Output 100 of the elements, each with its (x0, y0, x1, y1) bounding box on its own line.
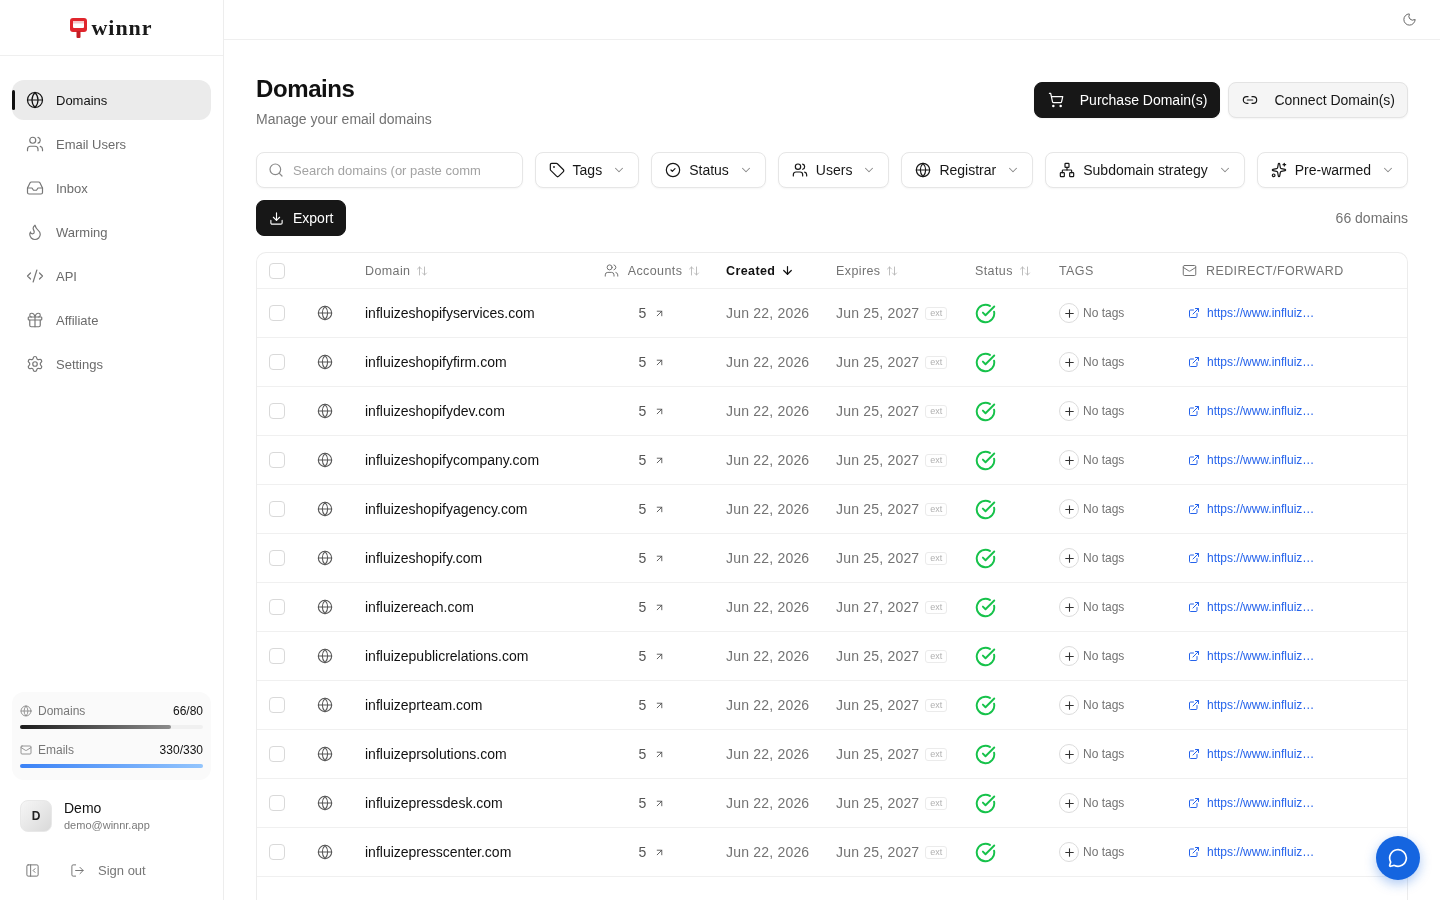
theme-toggle-button[interactable] (1402, 12, 1417, 27)
row-checkbox[interactable] (269, 305, 285, 321)
plus-icon (1062, 747, 1076, 761)
sidebar-toggle-button[interactable] (25, 862, 40, 878)
sidebar-nav-item[interactable]: Settings (12, 344, 211, 384)
redirect-link[interactable]: https://www.influiz… (1188, 600, 1315, 614)
add-tag-button[interactable] (1059, 352, 1079, 372)
search-input[interactable]: Search domains (or paste comm (256, 152, 523, 188)
filter-dropdown[interactable]: Pre-warmed (1256, 152, 1408, 188)
sidebar-nav-item[interactable]: Affiliate (12, 300, 211, 340)
accounts-link[interactable]: 5 (638, 746, 666, 762)
redirect-link[interactable]: https://www.influiz… (1188, 404, 1315, 418)
add-tag-button[interactable] (1059, 597, 1079, 617)
redirect-link[interactable]: https://www.influiz… (1188, 845, 1315, 859)
add-tag-button[interactable] (1059, 450, 1079, 470)
sidebar-nav-item[interactable]: API (12, 256, 211, 296)
ext-tag: ext (925, 649, 948, 663)
column-header[interactable]: Domain (365, 263, 429, 278)
column-header[interactable]: Created (726, 263, 795, 278)
filter-dropdown[interactable]: Subdomain strategy (1045, 152, 1245, 188)
redirect-link[interactable]: https://www.influiz… (1188, 747, 1315, 761)
add-tag-button[interactable] (1059, 842, 1079, 862)
external-link-icon (1188, 405, 1200, 417)
column-header[interactable]: Status (975, 263, 1031, 278)
plus-icon (1062, 600, 1076, 614)
redirect-link[interactable]: https://www.influiz… (1188, 502, 1315, 516)
add-tag-button[interactable] (1059, 499, 1079, 519)
row-checkbox[interactable] (269, 550, 285, 566)
row-checkbox[interactable] (269, 648, 285, 664)
accounts-link[interactable]: 5 (638, 501, 666, 517)
row-checkbox[interactable] (269, 452, 285, 468)
created-date: Jun 22, 2026 (726, 795, 810, 811)
connect-button[interactable]: Connect Domain(s) (1228, 82, 1408, 118)
row-checkbox[interactable] (269, 697, 285, 713)
accounts-link[interactable]: 5 (638, 697, 666, 713)
filter-dropdown[interactable]: Tags (534, 152, 640, 188)
column-header[interactable]: Expires (836, 263, 899, 278)
ext-tag: ext (925, 796, 948, 810)
column-header[interactable]: Accounts (627, 263, 701, 278)
select-all-checkbox[interactable] (269, 262, 285, 279)
add-tag-button[interactable] (1059, 744, 1079, 764)
filter-dropdown[interactable]: Status (651, 152, 766, 188)
add-tag-button[interactable] (1059, 548, 1079, 568)
accounts-link[interactable]: 5 (638, 844, 666, 860)
filter-dropdown[interactable]: Registrar (901, 152, 1034, 188)
tag-icon (548, 162, 565, 178)
row-checkbox[interactable] (269, 501, 285, 517)
mail-icon (1182, 263, 1197, 278)
redirect-link[interactable]: https://www.influiz… (1188, 796, 1315, 810)
external-link-icon (1188, 503, 1200, 515)
logout-icon (70, 862, 85, 878)
row-checkbox[interactable] (269, 844, 285, 860)
add-tag-button[interactable] (1059, 646, 1079, 666)
created-date: Jun 22, 2026 (726, 697, 810, 713)
tags-text: No tags (1083, 502, 1125, 516)
add-tag-button[interactable] (1059, 793, 1079, 813)
sidebar-nav-item[interactable]: Domains (12, 80, 211, 120)
accounts-link[interactable]: 5 (638, 648, 666, 664)
export-button[interactable]: Export (256, 200, 347, 236)
sidebar-nav-item[interactable]: Inbox (12, 168, 211, 208)
row-checkbox[interactable] (269, 403, 285, 419)
filter-dropdown[interactable]: Users (777, 152, 890, 188)
plus-icon (1062, 355, 1076, 369)
domain-name: influizereach.com (365, 599, 474, 615)
expires-date: Jun 25, 2027 (836, 452, 920, 468)
redirect-link[interactable]: https://www.influiz… (1188, 551, 1315, 565)
logo-icon (70, 17, 88, 38)
accounts-link[interactable]: 5 (638, 550, 666, 566)
purchase-button[interactable]: Purchase Domain(s) (1033, 82, 1221, 118)
add-tag-button[interactable] (1059, 695, 1079, 715)
redirect-link[interactable]: https://www.influiz… (1188, 355, 1315, 369)
usage-label: Emails (38, 743, 75, 757)
page-title: Domains (256, 75, 356, 103)
row-checkbox[interactable] (269, 599, 285, 615)
add-tag-button[interactable] (1059, 401, 1079, 421)
redirect-link[interactable]: https://www.influiz… (1188, 698, 1315, 712)
chat-button[interactable] (1376, 836, 1420, 880)
row-checkbox[interactable] (269, 746, 285, 762)
row-checkbox[interactable] (269, 354, 285, 370)
sign-out-button[interactable]: Sign out (70, 862, 146, 878)
globe-icon (20, 705, 32, 717)
expires-date: Jun 25, 2027 (836, 648, 920, 664)
accounts-link[interactable]: 5 (638, 452, 666, 468)
accounts-link[interactable]: 5 (638, 354, 666, 370)
redirect-link[interactable]: https://www.influiz… (1188, 306, 1315, 320)
logo-text: winnr (91, 15, 153, 40)
globe-icon (317, 795, 333, 811)
row-checkbox[interactable] (269, 795, 285, 811)
sidebar-nav-item[interactable]: Warming (12, 212, 211, 252)
accounts-link[interactable]: 5 (638, 599, 666, 615)
redirect-link[interactable]: https://www.influiz… (1188, 649, 1315, 663)
accounts-link[interactable]: 5 (638, 795, 666, 811)
sidebar-nav-item[interactable]: Email Users (12, 124, 211, 164)
accounts-link[interactable]: 5 (638, 403, 666, 419)
accounts-link[interactable]: 5 (638, 305, 666, 321)
add-tag-button[interactable] (1059, 303, 1079, 323)
download-icon (269, 210, 284, 226)
globe-icon (317, 746, 333, 762)
ext-tag: ext (925, 355, 948, 369)
redirect-link[interactable]: https://www.influiz… (1188, 453, 1315, 467)
